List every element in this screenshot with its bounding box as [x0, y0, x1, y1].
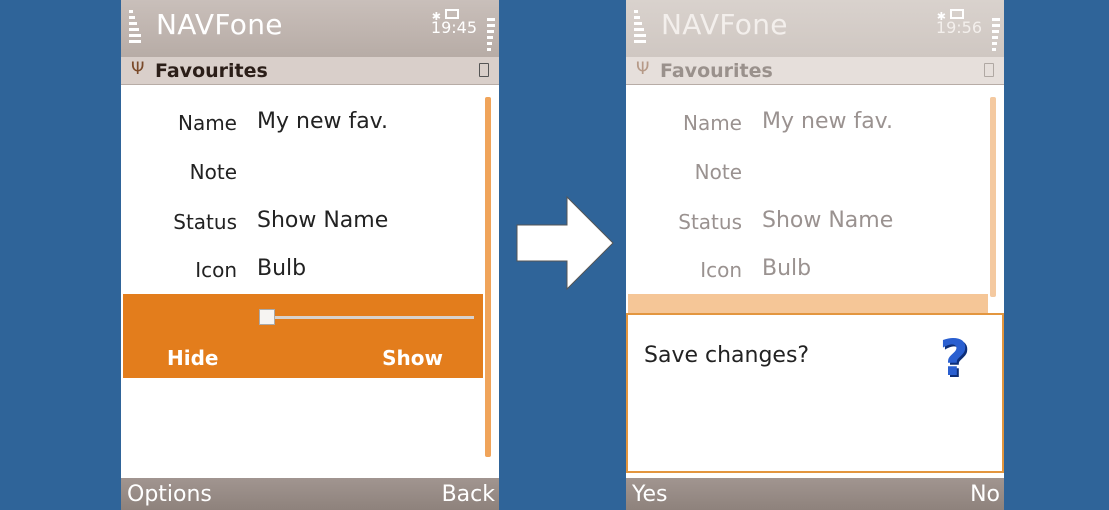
- status-bar: NAVFone ✱ 19:56: [626, 0, 1004, 57]
- form-content: Name My new fav. Note Status Show Name I…: [121, 85, 499, 478]
- battery-level-icon: [487, 18, 495, 54]
- page-icon: [479, 63, 489, 77]
- yes-softkey[interactable]: Yes: [632, 482, 668, 507]
- status-label: Status: [173, 210, 237, 234]
- back-softkey[interactable]: Back: [442, 482, 495, 507]
- name-field[interactable]: My new fav.: [257, 109, 388, 134]
- antenna-icon: Ψ: [131, 59, 145, 79]
- name-label: Name: [177, 111, 237, 135]
- no-softkey[interactable]: No: [970, 482, 1000, 507]
- section-title: Favourites: [660, 60, 773, 82]
- icon-field[interactable]: Bulb: [257, 256, 306, 281]
- right-arrow-icon: [516, 195, 614, 291]
- note-label: Note: [189, 160, 237, 184]
- dimmed-highlight: [628, 294, 988, 314]
- section-title: Favourites: [155, 60, 268, 82]
- status-bar: NAVFone ✱ 19:45: [121, 0, 499, 57]
- visibility-slider-row[interactable]: Hide Show: [123, 294, 483, 378]
- slider-thumb[interactable]: [259, 309, 275, 325]
- clock: 19:56: [935, 18, 982, 37]
- scrollbar[interactable]: [485, 97, 491, 457]
- signal-strength-icon: [634, 10, 646, 48]
- question-icon: ?: [939, 329, 969, 387]
- clock: 19:45: [430, 18, 477, 37]
- battery-level-icon: [992, 18, 1000, 54]
- app-title: NAVFone: [156, 8, 283, 41]
- signal-strength-icon: [129, 10, 141, 48]
- icon-label: Icon: [700, 258, 742, 282]
- app-title: NAVFone: [661, 8, 788, 41]
- dialog-message: Save changes?: [644, 343, 810, 368]
- softkey-bar: Options Back: [121, 478, 499, 510]
- slider-min-label: Hide: [167, 346, 219, 370]
- icon-label: Icon: [195, 258, 237, 282]
- note-label: Note: [694, 160, 742, 184]
- slider-max-label: Show: [382, 346, 443, 370]
- name-field: My new fav.: [762, 109, 893, 134]
- status-field[interactable]: Show Name: [257, 208, 388, 233]
- navi-pane: Ψ Favourites: [121, 57, 499, 85]
- scrollbar: [990, 97, 996, 297]
- status-label: Status: [678, 210, 742, 234]
- save-changes-dialog: Save changes? ?: [626, 313, 1004, 473]
- options-softkey[interactable]: Options: [127, 482, 212, 507]
- screen-favourite-editor: NAVFone ✱ 19:45 Ψ Favourites Name My new…: [121, 0, 499, 510]
- page-icon: [984, 63, 994, 77]
- status-field: Show Name: [762, 208, 894, 233]
- icon-field: Bulb: [762, 256, 812, 281]
- antenna-icon: Ψ: [636, 59, 650, 79]
- navi-pane: Ψ Favourites: [626, 57, 1004, 85]
- softkey-bar: Yes No: [626, 478, 1004, 510]
- name-label: Name: [682, 111, 742, 135]
- screen-save-confirmation: NAVFone ✱ 19:56 Ψ Favourites Name My new…: [626, 0, 1004, 510]
- slider-track[interactable]: [261, 316, 474, 319]
